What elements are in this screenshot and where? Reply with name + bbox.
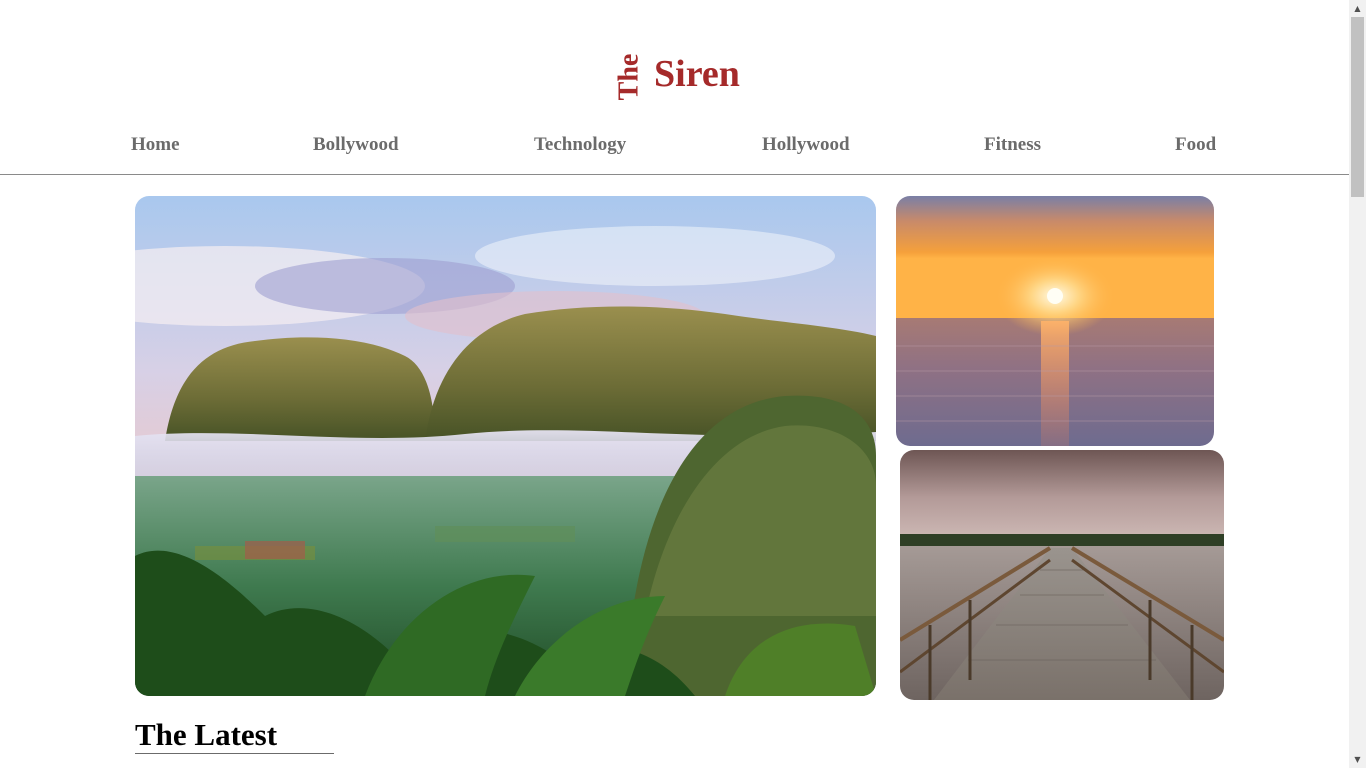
logo-siren-text: Siren bbox=[654, 53, 740, 95]
sunset-sea-image[interactable] bbox=[896, 196, 1214, 446]
nav-item-technology[interactable]: Technology bbox=[534, 132, 626, 158]
nav-divider bbox=[0, 174, 1349, 175]
nav-item-home[interactable]: Home bbox=[131, 132, 180, 158]
page-scrollbar[interactable]: ▲ ▼ bbox=[1349, 0, 1366, 768]
wooden-bridge-image[interactable] bbox=[900, 450, 1224, 700]
nav-item-food[interactable]: Food bbox=[1175, 132, 1216, 158]
nav-item-bollywood[interactable]: Bollywood bbox=[313, 132, 399, 158]
logo-the-wrapper: The bbox=[613, 52, 644, 102]
nav-item-fitness[interactable]: Fitness bbox=[984, 132, 1041, 158]
main-nav: Home Bollywood Technology Hollywood Fitn… bbox=[0, 132, 1349, 160]
logo-the-text: The bbox=[613, 53, 644, 101]
latest-heading: The Latest bbox=[135, 717, 278, 752]
scroll-down-icon[interactable]: ▼ bbox=[1349, 751, 1366, 768]
latest-heading-underline bbox=[135, 753, 334, 754]
scroll-up-icon[interactable]: ▲ bbox=[1349, 0, 1366, 17]
nav-item-hollywood[interactable]: Hollywood bbox=[762, 132, 850, 158]
site-logo[interactable]: The Siren bbox=[0, 48, 1349, 104]
scroll-thumb[interactable] bbox=[1351, 17, 1364, 197]
hero-mountain-valley-image[interactable] bbox=[135, 196, 876, 696]
